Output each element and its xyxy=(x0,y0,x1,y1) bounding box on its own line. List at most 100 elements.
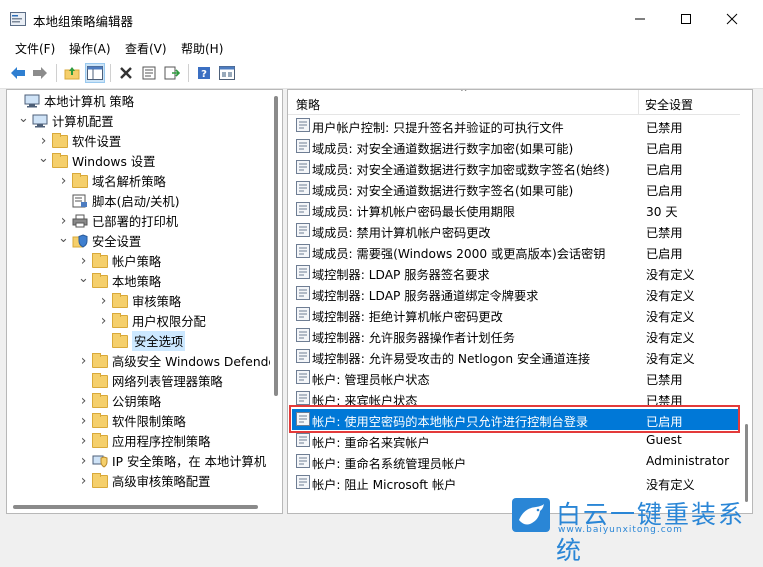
policy-row[interactable]: 帐户: 重命名来宾帐户 Guest xyxy=(288,430,746,451)
policy-row[interactable]: 域控制器: 拒绝计算机帐户密码更改 没有定义 xyxy=(288,304,746,325)
forward-arrow-icon xyxy=(33,67,47,79)
console-tree-pane[interactable]: 本地计算机 策略 ⌄ 计算机配置 › 软件设置 ⌄ Windows 设置 › 域名解析策略 脚本(… xyxy=(6,89,283,514)
tree-item[interactable]: ⌄ 本地策略 xyxy=(77,271,161,291)
tree-item[interactable]: ⌄ Windows 设置 xyxy=(37,151,155,171)
policy-name: 域控制器: 允许易受攻击的 Netlogon 安全通道连接 xyxy=(312,352,591,366)
policy-row[interactable]: 帐户: 来宾帐户状态 已禁用 xyxy=(288,388,746,409)
tree-item[interactable]: › 用户权限分配 xyxy=(97,311,206,331)
svg-text:?: ? xyxy=(201,69,207,80)
list-scroll-thumb[interactable] xyxy=(745,424,748,502)
tree-item[interactable]: › 软件限制策略 xyxy=(77,411,186,431)
tree-hscroll-thumb[interactable] xyxy=(13,505,258,509)
collapse-chevron-icon[interactable]: › xyxy=(97,291,110,311)
collapse-chevron-icon[interactable]: › xyxy=(77,431,90,451)
folder-icon xyxy=(92,473,108,488)
policy-row[interactable]: 域成员: 需要强(Windows 2000 或更高版本)会话密钥 已启用 xyxy=(288,241,746,262)
tree-item[interactable]: 网络列表管理器策略 xyxy=(77,371,223,391)
policy-row[interactable]: 用户帐户控制: 只提升签名并验证的可执行文件 已禁用 xyxy=(288,115,746,136)
show-hide-tree-button[interactable] xyxy=(85,63,105,83)
policy-row[interactable]: 帐户: 阻止 Microsoft 帐户 没有定义 xyxy=(288,472,746,493)
delete-button[interactable] xyxy=(116,63,136,83)
list-vertical-scrollbar[interactable] xyxy=(740,114,752,513)
forward-button[interactable] xyxy=(30,63,50,83)
expand-chevron-icon[interactable]: ⌄ xyxy=(57,228,70,248)
tree-item[interactable]: ⌄ 安全设置 xyxy=(57,231,141,251)
tree-scroll-thumb[interactable] xyxy=(274,96,278,396)
menu-file[interactable]: 文件(F) xyxy=(15,40,55,57)
policy-list-pane[interactable]: 策略 ^ 安全设置 用户帐户控制: 只提升签名并验证的可执行文件 已禁用 域成员: … xyxy=(287,89,753,514)
tree-item-label: 网络列表管理器策略 xyxy=(112,375,223,389)
collapse-chevron-icon[interactable]: › xyxy=(97,311,110,331)
export-list-button[interactable] xyxy=(162,63,182,83)
menu-view[interactable]: 查看(V) xyxy=(125,40,167,57)
policy-setting-icon xyxy=(296,118,310,132)
column-header-policy[interactable]: 策略 xyxy=(296,96,320,113)
tree-horizontal-scrollbar[interactable] xyxy=(7,501,270,513)
policy-setting-icon xyxy=(296,328,310,342)
column-header-setting[interactable]: 安全设置 xyxy=(645,96,693,113)
expand-chevron-icon[interactable]: ⌄ xyxy=(37,148,50,168)
folder-icon xyxy=(92,353,108,368)
policy-row[interactable]: 域控制器: 允许服务器操作者计划任务 没有定义 xyxy=(288,325,746,346)
tree-item[interactable]: › 审核策略 xyxy=(97,291,181,311)
up-level-button[interactable] xyxy=(62,63,82,83)
expand-chevron-icon[interactable]: ⌄ xyxy=(17,108,30,128)
help-button[interactable]: ? xyxy=(194,63,214,83)
tree-item-label: 安全选项 xyxy=(132,331,186,351)
tree-item[interactable]: 安全选项 xyxy=(97,331,186,351)
tree-item[interactable]: › 域名解析策略 xyxy=(57,171,166,191)
delete-x-icon xyxy=(120,67,132,79)
tree-item[interactable]: › IP 安全策略，在 本地计算机 xyxy=(77,451,266,471)
properties-button[interactable] xyxy=(139,63,159,83)
tree-item[interactable]: › 高级安全 Windows Defende xyxy=(77,351,276,371)
tree-item[interactable]: 脚本(启动/关机) xyxy=(57,191,180,211)
policy-row[interactable]: 域成员: 对安全通道数据进行数字加密或数字签名(始终) 已启用 xyxy=(288,157,746,178)
close-button[interactable] xyxy=(709,0,755,38)
column-divider[interactable] xyxy=(638,90,639,114)
policy-row[interactable]: 帐户: 重命名系统管理员帐户 Administrator xyxy=(288,451,746,472)
policy-row[interactable]: 帐户: 管理员帐户状态 已禁用 xyxy=(288,367,746,388)
policy-row[interactable]: 帐户: 使用空密码的本地帐户只允许进行控制台登录 已启用 xyxy=(292,409,738,430)
policy-row[interactable]: 域控制器: 允许易受攻击的 Netlogon 安全通道连接 没有定义 xyxy=(288,346,746,367)
export-list-icon xyxy=(164,66,180,80)
policy-setting-value: 已禁用 xyxy=(646,373,683,387)
tree-item[interactable]: › 已部署的打印机 xyxy=(57,211,178,231)
folder-icon xyxy=(92,253,108,268)
collapse-chevron-icon[interactable]: › xyxy=(77,351,90,371)
menu-action[interactable]: 操作(A) xyxy=(69,40,111,57)
collapse-chevron-icon[interactable]: › xyxy=(77,391,90,411)
collapse-chevron-icon[interactable]: › xyxy=(77,471,90,491)
policy-name: 域成员: 对安全通道数据进行数字加密或数字签名(始终) xyxy=(312,163,610,177)
collapse-chevron-icon[interactable]: › xyxy=(57,171,70,191)
expand-chevron-icon[interactable]: ⌄ xyxy=(77,268,90,288)
folder-icon xyxy=(92,393,108,408)
folder-icon xyxy=(52,153,68,168)
policy-name: 用户帐户控制: 只提升签名并验证的可执行文件 xyxy=(312,121,564,135)
policy-setting-value: 已启用 xyxy=(646,163,683,177)
policy-setting-icon xyxy=(296,454,310,468)
policy-row[interactable]: 域成员: 对安全通道数据进行数字签名(如果可能) 已启用 xyxy=(288,178,746,199)
policy-row[interactable]: 域成员: 禁用计算机帐户密码更改 已禁用 xyxy=(288,220,746,241)
sort-caret-icon: ^ xyxy=(460,89,468,98)
collapse-chevron-icon[interactable]: › xyxy=(77,451,90,471)
policy-row[interactable]: 域控制器: LDAP 服务器通道绑定令牌要求 没有定义 xyxy=(288,283,746,304)
filter-options-button[interactable] xyxy=(217,63,237,83)
menu-help[interactable]: 帮助(H) xyxy=(181,40,223,57)
tree-item[interactable]: › 应用程序控制策略 xyxy=(77,431,210,451)
policy-setting-value: 已禁用 xyxy=(646,394,683,408)
maximize-button[interactable] xyxy=(663,0,709,38)
back-button[interactable] xyxy=(8,63,28,83)
folder-up-icon xyxy=(64,67,80,80)
collapse-chevron-icon[interactable]: › xyxy=(77,411,90,431)
tree-item[interactable]: ⌄ 计算机配置 xyxy=(17,108,113,131)
minimize-button[interactable] xyxy=(617,0,663,38)
folder-icon xyxy=(92,273,108,288)
tree-vertical-scrollbar[interactable] xyxy=(270,90,282,513)
policy-row[interactable]: 域成员: 对安全通道数据进行数字加密(如果可能) 已启用 xyxy=(288,136,746,157)
title-bar[interactable]: 本地组策略编辑器 xyxy=(0,0,763,38)
policy-name: 帐户: 使用空密码的本地帐户只允许进行控制台登录 xyxy=(312,415,589,429)
policy-row[interactable]: 域控制器: LDAP 服务器签名要求 没有定义 xyxy=(288,262,746,283)
policy-row[interactable]: 域成员: 计算机帐户密码最长使用期限 30 天 xyxy=(288,199,746,220)
tree-item[interactable]: › 高级审核策略配置 xyxy=(77,471,210,491)
tree-item[interactable]: › 公钥策略 xyxy=(77,391,161,411)
